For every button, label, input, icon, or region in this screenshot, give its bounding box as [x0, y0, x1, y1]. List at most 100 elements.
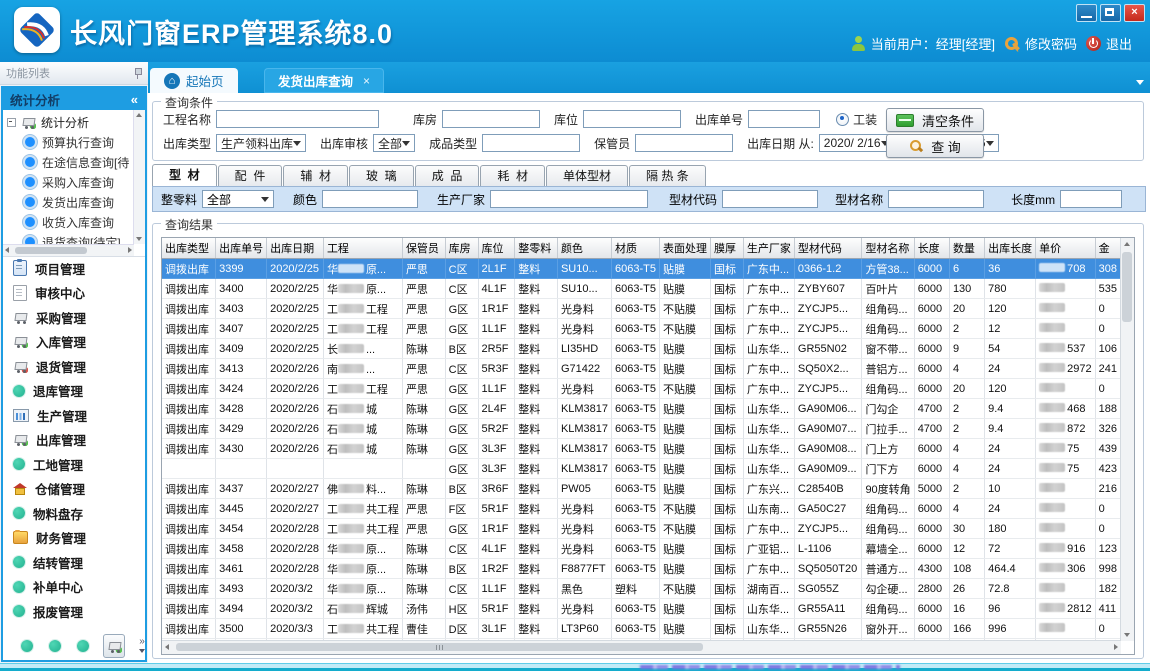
table-row[interactable]: 调拨出库33992020/2/25华原...严思C区2L1F整料SU10...6… [162, 259, 1121, 279]
table-row[interactable]: 调拨出库34612020/2/28华原...陈琳B区1R2F整料F8877FT6… [162, 559, 1121, 579]
column-header[interactable]: 库位 [478, 238, 515, 259]
sidebar-menu-item[interactable]: 退货管理 [3, 354, 145, 379]
tab-close-icon[interactable]: × [363, 74, 370, 88]
close-button[interactable]: × [1124, 4, 1145, 22]
out-type-select[interactable]: 生产领料出库 [216, 134, 306, 152]
material-tab[interactable]: 隔 热 条 [629, 165, 706, 186]
material-tab[interactable]: 耗 材 [480, 165, 545, 186]
column-header[interactable]: 长度 [914, 238, 949, 259]
radio-selected-icon[interactable] [836, 113, 849, 126]
more-chevron-button[interactable]: » [139, 637, 145, 655]
tab-home[interactable]: 起始页 [150, 68, 238, 93]
scrollbar-thumb[interactable] [176, 643, 703, 651]
minimize-button[interactable] [1076, 4, 1097, 22]
column-header[interactable]: 型材代码 [794, 238, 862, 259]
table-row[interactable]: 调拨出库34542020/2/28工共工程严思G区1R1F整料光身料6063-T… [162, 519, 1121, 539]
scrollbar-thumb[interactable] [15, 247, 87, 254]
column-header[interactable]: 金 [1095, 238, 1120, 259]
column-header[interactable]: 保管员 [402, 238, 445, 259]
tab-shipping-query[interactable]: 发货出库查询 × [264, 68, 384, 93]
tree-item[interactable]: 收货入库查询 [7, 212, 133, 232]
column-header[interactable]: 表面处理 [660, 238, 711, 259]
scroll-up-icon[interactable] [1124, 242, 1130, 246]
stats-group-header[interactable]: 统计分析 « [3, 88, 145, 110]
table-row[interactable]: 调拨出库34932020/3/2华原...陈琳C区1L1F整料黑色塑料不贴膜国标… [162, 579, 1121, 599]
logout-button[interactable]: 退出 [1086, 34, 1132, 53]
sidebar-menu-item[interactable]: 项目管理 [3, 256, 145, 281]
profile-code-input[interactable] [722, 190, 818, 208]
material-tab[interactable]: 单体型材 [546, 165, 628, 186]
product-type-input[interactable] [482, 134, 580, 152]
sidebar-menu-item[interactable]: 补单中心 [3, 575, 145, 600]
column-header[interactable]: 出库长度 [985, 238, 1036, 259]
change-password-button[interactable]: 修改密码 [1004, 34, 1077, 53]
audit-select[interactable]: 全部 [373, 134, 415, 152]
green-circle-icon[interactable] [77, 640, 89, 652]
profile-name-input[interactable] [888, 190, 984, 208]
sidebar-menu-item[interactable]: 工地管理 [3, 452, 145, 477]
sidebar-menu-item[interactable]: 退库管理 [3, 379, 145, 404]
column-header[interactable]: 数量 [949, 238, 984, 259]
table-row[interactable]: 调拨出库34132020/2/26南...严思C区5R3F整料G71422606… [162, 359, 1121, 379]
column-header[interactable]: 出库单号 [216, 238, 267, 259]
sidebar-menu-item[interactable]: 出库管理 [3, 428, 145, 453]
column-header[interactable]: 型材名称 [862, 238, 914, 259]
manufacturer-input[interactable] [490, 190, 648, 208]
column-header[interactable]: 工程 [323, 238, 402, 259]
clear-conditions-button[interactable]: 清空条件 [886, 108, 984, 132]
table-row[interactable]: 调拨出库34282020/2/26石城陈琳G区2L4F整料KLM38176063… [162, 399, 1121, 419]
tree-item[interactable]: 在途信息查询[待 [7, 152, 133, 172]
maximize-button[interactable] [1100, 4, 1121, 22]
material-tab[interactable]: 玻 璃 [349, 165, 414, 186]
column-header[interactable]: 材质 [612, 238, 660, 259]
table-row[interactable]: 调拨出库34302020/2/26石城陈琳G区3L3F整料KLM38176063… [162, 439, 1121, 459]
column-header[interactable]: 出库日期 [267, 238, 324, 259]
table-row[interactable]: 调拨出库34452020/2/27工共工程严思F区5R1F整料光身料6063-T… [162, 499, 1121, 519]
grid-horizontal-scrollbar[interactable] [162, 640, 1121, 654]
table-row[interactable]: 调拨出库34942020/3/2石辉城汤伟H区5R1F整料光身料6063-T5贴… [162, 599, 1121, 619]
column-header[interactable]: 颜色 [557, 238, 611, 259]
column-header[interactable]: 库房 [445, 238, 478, 259]
tab-list-dropdown-icon[interactable] [1136, 80, 1144, 85]
sidebar-menu-item[interactable]: 入库管理 [3, 330, 145, 355]
sidebar-menu-item[interactable]: 采购管理 [3, 305, 145, 330]
column-header[interactable]: 整零料 [515, 238, 558, 259]
tree-expander-icon[interactable] [7, 118, 16, 127]
column-header[interactable]: 生产厂家 [743, 238, 794, 259]
tree-horizontal-scrollbar[interactable] [3, 244, 134, 256]
table-row[interactable]: 调拨出库34582020/2/28华原...陈琳C区4L1F整料光身料6063-… [162, 539, 1121, 559]
length-input[interactable] [1060, 190, 1122, 208]
radio-gongzhuang[interactable]: 工装 [836, 111, 877, 128]
date-from-picker[interactable]: 2020/ 2/16 [819, 134, 894, 152]
scroll-down-icon[interactable] [136, 237, 142, 241]
whole-select[interactable]: 全部 [202, 190, 274, 208]
scroll-right-icon[interactable] [1114, 644, 1118, 650]
table-row[interactable]: 调拨出库34032020/2/25工工程严思G区1R1F整料光身料6063-T5… [162, 299, 1121, 319]
color-input[interactable] [322, 190, 418, 208]
scroll-left-icon[interactable] [165, 644, 169, 650]
search-button[interactable]: 查 询 [886, 134, 984, 158]
material-tab[interactable]: 型 材 [152, 164, 217, 186]
tree-item[interactable]: 退货查询[待定] [7, 232, 133, 244]
sidebar-menu-item[interactable]: 结转管理 [3, 550, 145, 575]
sidebar-menu-item[interactable]: 物料盘存 [3, 501, 145, 526]
project-name-input[interactable] [216, 110, 379, 128]
sidebar-menu-item[interactable]: 生产管理 [3, 403, 145, 428]
sidebar-menu-item[interactable]: 财务管理 [3, 526, 145, 551]
cart-shortcut-button[interactable] [103, 634, 125, 658]
order-no-input[interactable] [748, 110, 820, 128]
table-row[interactable]: 调拨出库34092020/2/25长...陈琳B区2R5F整料LI35HD606… [162, 339, 1121, 359]
location-input[interactable] [583, 110, 681, 128]
sidebar-menu-item[interactable]: 报废管理 [3, 599, 145, 624]
table-row[interactable]: G区3L3F整料KLM38176063-T5贴膜国标山东华...GA90M09.… [162, 459, 1121, 479]
column-header[interactable]: 出库类型 [162, 238, 216, 259]
scroll-up-icon[interactable] [136, 113, 142, 117]
scrollbar-thumb[interactable] [1122, 252, 1132, 322]
table-row[interactable]: 调拨出库34002020/2/25华原...严思C区4L1F整料SU10...6… [162, 279, 1121, 299]
scroll-left-icon[interactable] [5, 247, 9, 253]
scroll-right-icon[interactable] [128, 247, 132, 253]
sidebar-menu-item[interactable]: 仓储管理 [3, 477, 145, 502]
green-circle-icon[interactable] [21, 640, 33, 652]
keeper-input[interactable] [635, 134, 733, 152]
material-tab[interactable]: 辅 材 [283, 165, 348, 186]
